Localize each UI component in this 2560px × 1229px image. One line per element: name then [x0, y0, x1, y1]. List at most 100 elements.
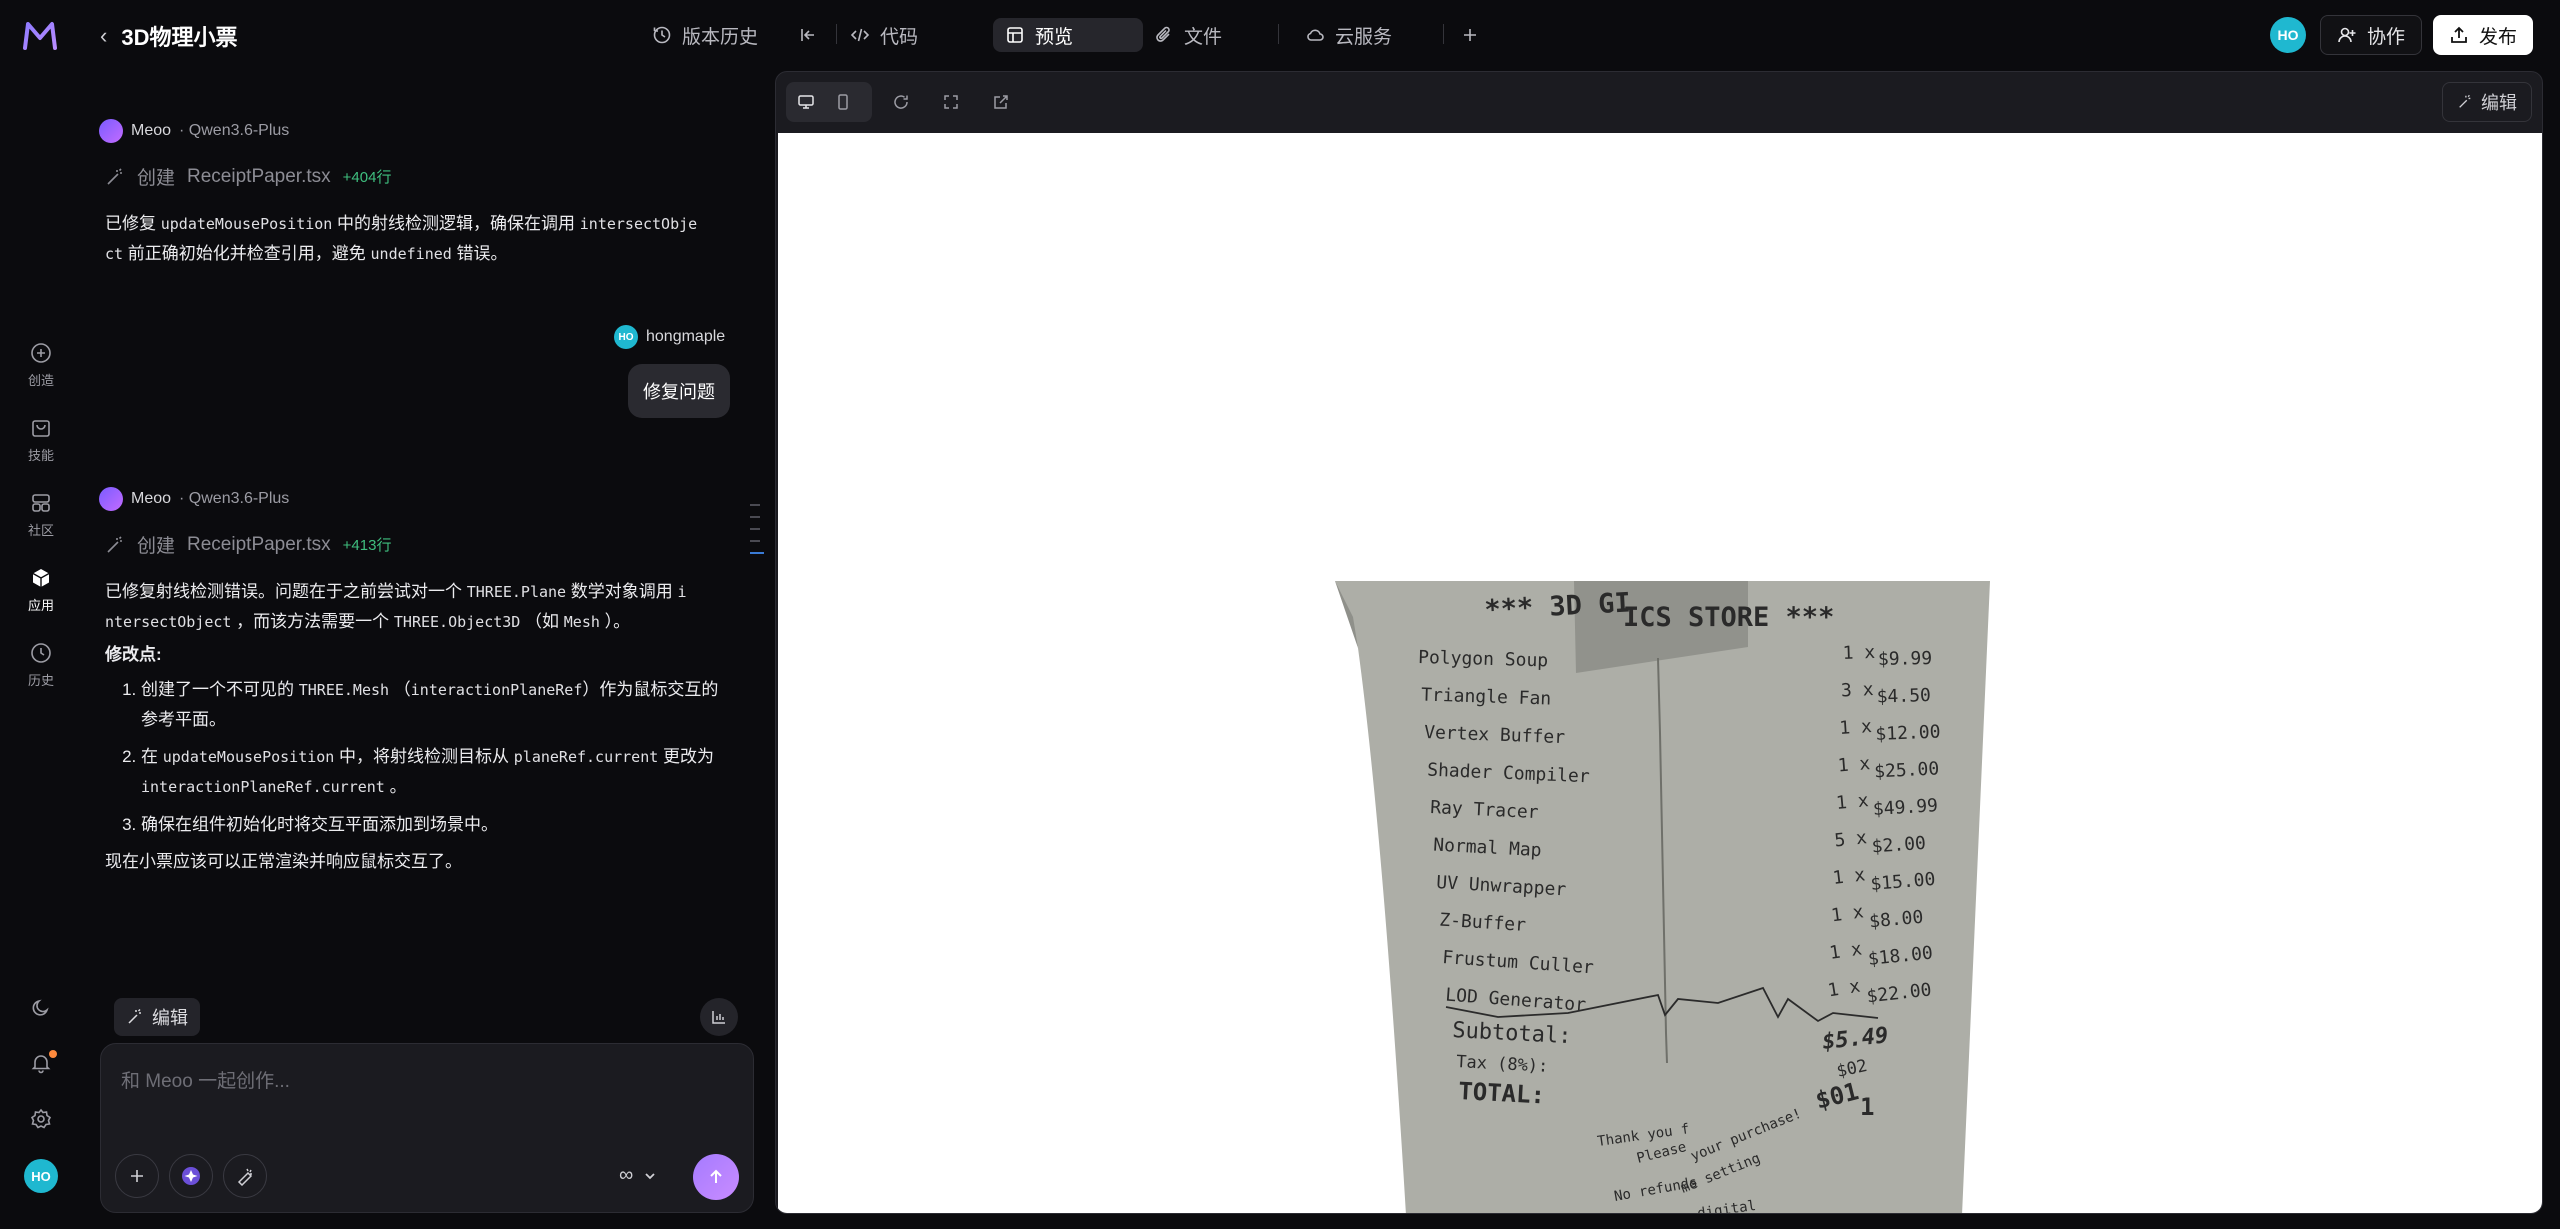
nav-apps-label: 应用	[27, 598, 54, 613]
nav-create-label: 创造	[27, 373, 54, 388]
assistant-author: Meoo · Qwen3.6-Plus	[99, 487, 289, 511]
nav-user-avatar[interactable]: HO	[24, 1159, 58, 1193]
code-icon	[850, 28, 870, 42]
upload-icon	[2451, 26, 2467, 43]
tools-button[interactable]	[223, 1154, 267, 1198]
text: 。	[384, 777, 407, 796]
plus-circle-icon	[31, 343, 51, 363]
paragraph: 已修复射线检测错误。问题在于之前尝试对一个 THREE.Plane 数学对象调用…	[105, 577, 735, 637]
moon-icon	[32, 999, 49, 1016]
plus-icon	[131, 1170, 143, 1182]
nav-apps[interactable]: 应用	[20, 567, 62, 614]
preview-edit-label: 编辑	[2481, 93, 2517, 113]
bar-chart-icon	[712, 1011, 725, 1024]
inline-code: undefined	[370, 245, 452, 263]
meoo-avatar	[99, 119, 123, 143]
changes-list: 创建了一个不可见的 THREE.Mesh （interactionPlaneRe…	[105, 675, 735, 839]
refresh-icon	[894, 95, 908, 109]
tab-files[interactable]: 文件	[1154, 18, 1222, 52]
add-tab-button[interactable]	[1460, 18, 1480, 52]
file-name[interactable]: ReceiptPaper.tsx	[187, 166, 331, 188]
text: 创建了一个不可见的	[141, 680, 299, 699]
author-name: Meoo	[131, 490, 172, 507]
inline-code: ct	[105, 245, 124, 263]
desktop-view-button[interactable]	[789, 86, 823, 118]
inline-code: THREE.Object3D	[393, 613, 521, 631]
receipt-item-price: $2.00	[1871, 833, 1927, 858]
nav-mark-active[interactable]	[750, 552, 764, 554]
collapse-panel-button[interactable]	[798, 18, 818, 52]
star-hex-icon	[182, 1167, 200, 1185]
file-change-row[interactable]: 创建 ReceiptPaper.tsx +413行	[105, 531, 391, 558]
collaborate-button[interactable]: 协作	[2320, 15, 2423, 55]
tab-code[interactable]: 代码	[850, 18, 918, 52]
publish-button[interactable]: 发布	[2433, 15, 2534, 55]
collapse-left-icon	[801, 29, 814, 41]
message-navigator[interactable]	[750, 504, 764, 564]
nav-skills-label: 技能	[27, 448, 54, 463]
external-link-icon	[994, 95, 1008, 109]
user-name: hongmaple	[646, 328, 726, 345]
mobile-view-button[interactable]	[826, 86, 860, 118]
file-action: 创建	[137, 536, 176, 557]
nav-history-label: 历史	[27, 673, 54, 688]
model-name: · Qwen3.6-Plus	[179, 490, 290, 507]
tab-cloud[interactable]: 云服务	[1305, 18, 1392, 52]
app-logo[interactable]	[22, 20, 58, 52]
preview-canvas[interactable]: *** 3D GI ICS STORE *** Polygon Soup 1 x $…	[778, 133, 2542, 1214]
list-item: 确保在组件初始化时将交互平面添加到场景中。	[141, 810, 735, 839]
nav-mark[interactable]	[750, 540, 760, 542]
back-to-projects[interactable]: ‹ 3D物理小票	[100, 20, 237, 52]
paperclip-icon	[1156, 26, 1170, 42]
composer-input[interactable]: 和 Meoo 一起创作...	[121, 1066, 290, 1093]
send-button[interactable]	[693, 1154, 739, 1200]
attach-button[interactable]	[115, 1154, 159, 1198]
theme-toggle[interactable]	[20, 997, 62, 1019]
skills-button[interactable]	[169, 1154, 213, 1198]
refresh-button[interactable]	[884, 86, 918, 118]
receipt-item-price: $12.00	[1875, 722, 1941, 745]
meoo-avatar	[99, 487, 123, 511]
notifications-button[interactable]	[20, 1050, 62, 1074]
phone-icon	[838, 94, 848, 110]
receipt-item-qty: 1 x	[1832, 864, 1867, 889]
file-name[interactable]: ReceiptPaper.tsx	[187, 534, 331, 556]
receipt-item-price: $49.99	[1872, 795, 1938, 820]
user-avatar[interactable]: HO	[2270, 17, 2306, 53]
receipt-3d-scene[interactable]: *** 3D GI ICS STORE *** Polygon Soup 1 x $…	[778, 133, 2542, 1214]
edit-mode-chip[interactable]: 编辑	[114, 998, 200, 1036]
nav-history[interactable]: 历史	[20, 642, 62, 689]
notification-dot	[49, 1050, 57, 1058]
nav-skills[interactable]: 技能	[20, 417, 62, 464]
tab-preview[interactable]: 预览	[993, 18, 1143, 52]
receipt-item-price: $9.99	[1878, 648, 1933, 670]
mode-selector[interactable]: ∞	[619, 1164, 657, 1187]
file-change-row[interactable]: 创建 ReceiptPaper.tsx +404行	[105, 163, 391, 190]
nav-mark[interactable]	[750, 516, 760, 518]
settings-button[interactable]	[20, 1108, 62, 1130]
text: 在	[141, 747, 163, 766]
nav-community[interactable]: 社区	[20, 492, 62, 539]
nav-create[interactable]: 创造	[20, 342, 62, 389]
assistant-message-1: 已修复 updateMousePosition 中的射线检测逻辑，确保在调用 i…	[105, 209, 729, 269]
divider	[1443, 24, 1444, 44]
tab-code-label: 代码	[880, 26, 919, 48]
fullscreen-button[interactable]	[934, 86, 968, 118]
usage-chart-button[interactable]	[700, 998, 738, 1036]
tab-cloud-label: 云服务	[1335, 26, 1393, 48]
inline-code: i	[677, 583, 687, 601]
open-external-button[interactable]	[984, 86, 1018, 118]
composer[interactable]: 和 Meoo 一起创作... ∞	[100, 1043, 754, 1213]
receipt-item-qty: 1 x	[1837, 753, 1871, 776]
text: 错误。	[451, 244, 508, 263]
user-plus-icon	[2338, 27, 2356, 43]
nav-mark[interactable]	[750, 528, 760, 530]
version-history-button[interactable]: 版本历史	[652, 18, 758, 52]
text: ）。	[599, 612, 631, 631]
assistant-author: Meoo · Qwen3.6-Plus	[99, 119, 289, 143]
closing-text: 现在小票应该可以正常渲染并响应鼠标交互了。	[105, 852, 462, 871]
preview-edit-button[interactable]: 编辑	[2442, 82, 2532, 122]
nav-mark[interactable]	[750, 504, 760, 506]
project-title: 3D物理小票	[121, 25, 238, 50]
text: 数学对象调用	[566, 582, 678, 601]
